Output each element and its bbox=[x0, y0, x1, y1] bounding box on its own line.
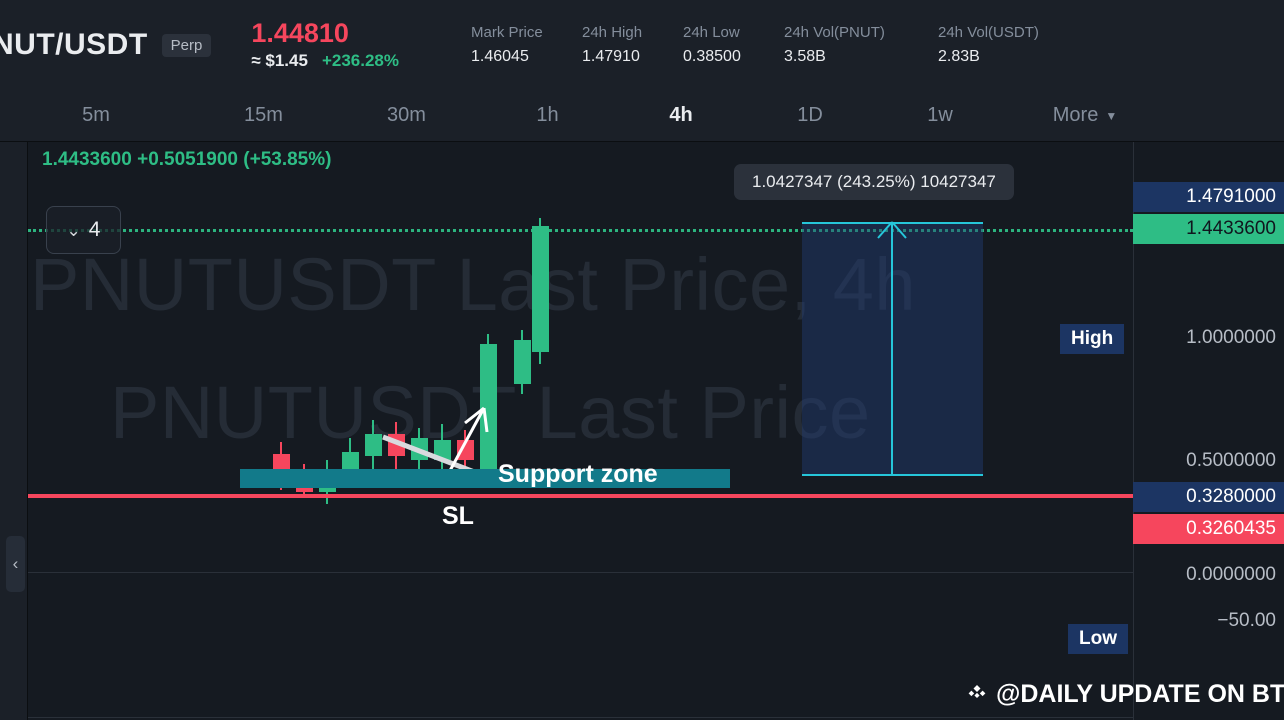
market-stats: Mark Price 1.46045 24h High 1.47910 24h … bbox=[471, 24, 1098, 66]
price-tick: 1.0000000 bbox=[1186, 327, 1276, 348]
approx-usd-price: ≈ $1.45 bbox=[251, 51, 308, 71]
price-block: 1.44810 ≈ $1.45 +236.28% bbox=[251, 17, 399, 71]
trading-chart-app: NUT/USDT Perp 1.44810 ≈ $1.45 +236.28% M… bbox=[0, 0, 1284, 720]
chevron-down-icon: ⌄ bbox=[66, 220, 81, 240]
stat-label: 24h High bbox=[582, 24, 643, 41]
chevron-down-icon: ▼ bbox=[1105, 108, 1118, 123]
left-toolbar-rail: ‹ bbox=[0, 142, 28, 720]
stat-24h-vol-quote: 24h Vol(USDT) 2.83B bbox=[938, 24, 1098, 66]
price-tick: 0.5000000 bbox=[1186, 450, 1276, 471]
chart-container: ‹ PNUTUSDT Last Price, 4h PNUTUSDT Last … bbox=[0, 142, 1284, 720]
price-axis[interactable]: 1.0000000 0.5000000 0.0000000 −50.00 1.4… bbox=[1133, 142, 1284, 720]
contract-type-badge: Perp bbox=[161, 33, 212, 57]
tab-more[interactable]: More ▼ bbox=[1005, 104, 1165, 127]
sidebar-collapse-button[interactable]: ‹ bbox=[6, 536, 25, 592]
stat-24h-low: 24h Low 0.38500 bbox=[683, 24, 784, 66]
stat-24h-high: 24h High 1.47910 bbox=[582, 24, 683, 66]
candlestick-series bbox=[273, 218, 549, 504]
stat-value: 1.47910 bbox=[582, 48, 640, 65]
social-watermark: @DAILY UPDATE ON BTC bbox=[963, 680, 1284, 709]
stat-24h-vol-base: 24h Vol(PNUT) 3.58B bbox=[784, 24, 938, 66]
tab-1d[interactable]: 1D bbox=[745, 104, 875, 127]
more-label: More bbox=[1052, 104, 1099, 126]
price-subline: ≈ $1.45 +236.28% bbox=[251, 51, 399, 71]
tab-30m[interactable]: 30m bbox=[335, 104, 478, 127]
sl-price-badge: 0.3260435 bbox=[1133, 514, 1284, 544]
binance-diamond-icon bbox=[968, 684, 986, 698]
stat-label: Mark Price bbox=[471, 24, 543, 41]
session-count-value: 4 bbox=[88, 218, 101, 241]
stat-value: 3.58B bbox=[784, 48, 826, 65]
session-count-dropdown[interactable]: ⌄ 4 bbox=[46, 206, 121, 254]
last-price-badge: 1.4433600 bbox=[1133, 214, 1284, 244]
tab-4h[interactable]: 4h bbox=[617, 104, 745, 127]
tab-1h[interactable]: 1h bbox=[478, 104, 617, 127]
low-price-badge: 0.3280000 bbox=[1133, 482, 1284, 512]
timeframe-tabs: 5m 15m 30m 1h 4h 1D 1w More ▼ bbox=[0, 90, 1284, 142]
price-tick: 0.0000000 bbox=[1186, 564, 1276, 585]
stop-loss-line[interactable] bbox=[28, 494, 1133, 498]
tab-1w[interactable]: 1w bbox=[875, 104, 1005, 127]
price-change-percent: +236.28% bbox=[321, 51, 399, 71]
stat-label: 24h Low bbox=[683, 24, 740, 41]
support-zone-label: Support zone bbox=[498, 460, 658, 488]
stat-label: 24h Vol(USDT) bbox=[938, 24, 1039, 41]
high-tag: High bbox=[1060, 324, 1125, 354]
tab-5m[interactable]: 5m bbox=[0, 104, 192, 127]
market-header: NUT/USDT Perp 1.44810 ≈ $1.45 +236.28% M… bbox=[0, 0, 1284, 90]
stat-value: 2.83B bbox=[938, 48, 980, 65]
stat-value: 1.46045 bbox=[471, 48, 529, 65]
stop-loss-label: SL bbox=[442, 502, 474, 530]
high-price-badge: 1.4791000 bbox=[1133, 182, 1284, 212]
low-tag: Low bbox=[1068, 624, 1128, 654]
last-price: 1.44810 bbox=[251, 17, 349, 48]
tab-15m[interactable]: 15m bbox=[192, 104, 335, 127]
measure-tooltip: 1.0427347 (243.25%) 10427347 bbox=[734, 164, 1014, 200]
chart-plot-area[interactable]: PNUTUSDT Last Price, 4h PNUTUSDT Last Pr… bbox=[28, 142, 1133, 720]
stat-value: 0.38500 bbox=[683, 48, 741, 65]
stat-label: 24h Vol(PNUT) bbox=[784, 24, 885, 41]
stat-mark-price: Mark Price 1.46045 bbox=[471, 24, 582, 66]
symbol-name[interactable]: NUT/USDT bbox=[0, 28, 148, 62]
social-handle: @DAILY UPDATE ON BTC bbox=[996, 680, 1284, 708]
ticker-block[interactable]: NUT/USDT Perp bbox=[0, 28, 212, 62]
price-tick: −50.00 bbox=[1217, 610, 1276, 631]
